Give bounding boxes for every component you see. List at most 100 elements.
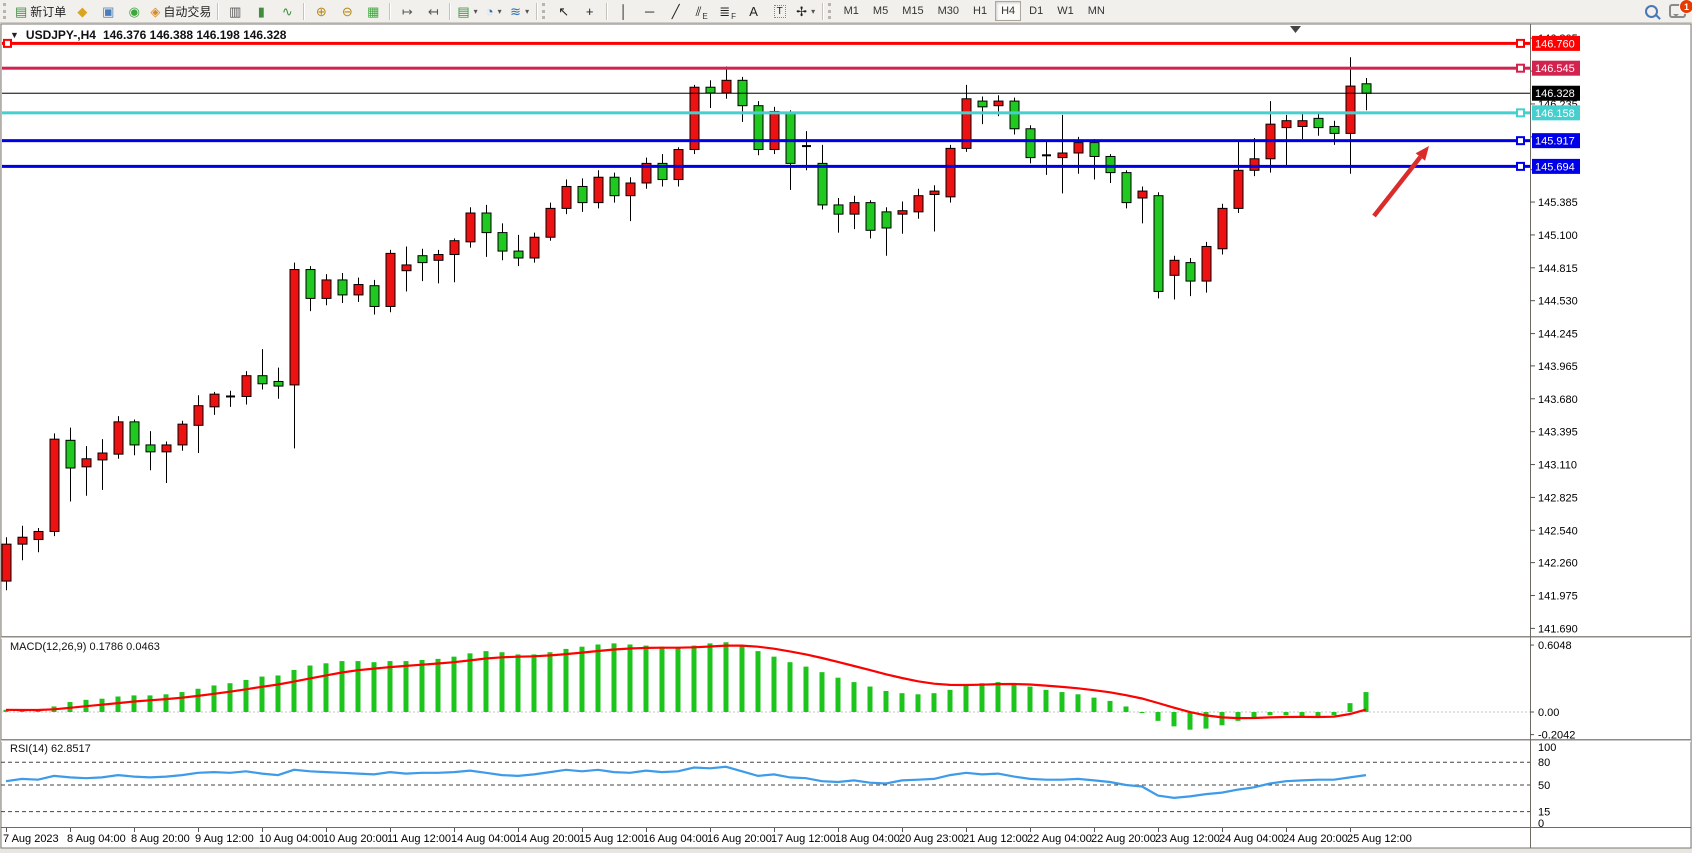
- bear-candle: [578, 186, 587, 202]
- hline-145.917[interactable]: [2, 139, 1530, 142]
- auto-scroll-icon: ↦: [402, 5, 413, 18]
- bull-candle: [322, 280, 331, 298]
- hline-handle[interactable]: [1517, 109, 1524, 116]
- toolbar-grip[interactable]: [828, 3, 834, 19]
- candlestick-chart-button[interactable]: ▮: [248, 1, 274, 21]
- bar-chart-button[interactable]: ▥: [222, 1, 248, 21]
- crosshair-icon: +: [586, 5, 594, 18]
- hline-146.328[interactable]: [2, 93, 1530, 94]
- timeframe-h1[interactable]: H1: [967, 1, 993, 21]
- toolbar-separator: [217, 3, 219, 20]
- bear-candle: [978, 101, 987, 107]
- bull-candle: [1250, 159, 1259, 171]
- time-tick: [966, 828, 967, 832]
- time-tick: [902, 828, 903, 832]
- hline-145.694[interactable]: [2, 165, 1530, 168]
- toolbar-grip[interactable]: [3, 3, 9, 19]
- hline-146.545[interactable]: [2, 67, 1530, 70]
- toolbar-grip[interactable]: [542, 3, 548, 19]
- new-chart-button[interactable]: ▤▾: [454, 1, 480, 21]
- macd-bar: [260, 677, 265, 712]
- time-tick: [838, 828, 839, 832]
- chart-shift-button[interactable]: ↤: [420, 1, 446, 21]
- price-tick: [1530, 234, 1535, 235]
- chart-canvas[interactable]: 146.805146.520146.235145.950145.665145.3…: [0, 0, 1692, 853]
- periods-button[interactable]: ◔▾: [481, 1, 507, 21]
- bear-candle: [834, 205, 843, 214]
- line-chart-button[interactable]: ∿: [274, 1, 300, 21]
- timeframe-m5[interactable]: M5: [867, 1, 894, 21]
- toolbar-separator: [389, 3, 391, 20]
- hline-handle[interactable]: [1517, 137, 1524, 144]
- rsi-tick-label: 100: [1538, 742, 1556, 754]
- autotrading-button[interactable]: ◈自动交易: [147, 1, 214, 21]
- timeframe-m15[interactable]: M15: [896, 1, 929, 21]
- equidistant-channel-button[interactable]: ⫽E: [689, 1, 715, 21]
- timeframe-h4[interactable]: H4: [995, 1, 1021, 21]
- bull-candle: [994, 101, 1003, 106]
- time-tick-label: 10 Aug 20:00: [323, 833, 388, 845]
- time-tick-label: 10 Aug 04:00: [259, 833, 324, 845]
- price-tick: [1530, 267, 1535, 268]
- price-tick-label: 144.245: [1538, 329, 1578, 341]
- macd-bar: [1236, 712, 1241, 721]
- time-tick: [1030, 828, 1031, 832]
- chevron-down-icon: ▾: [811, 7, 815, 16]
- macd-bar: [324, 663, 329, 712]
- channel-icon: ⫽: [696, 5, 702, 18]
- auto-scroll-button[interactable]: ↦: [394, 1, 420, 21]
- text-label-button[interactable]: T: [767, 1, 793, 21]
- macd-label: MACD(12,26,9) 0.1786 0.0463: [10, 641, 160, 653]
- bull-candle: [626, 183, 635, 196]
- new-order-button[interactable]: ▤新订单: [12, 1, 69, 21]
- arrows-button[interactable]: ✢▾: [793, 1, 819, 21]
- hline-handle[interactable]: [1517, 65, 1524, 72]
- bear-candle: [338, 280, 347, 295]
- text-button[interactable]: A: [741, 1, 767, 21]
- price-tick-label: 141.690: [1538, 623, 1578, 635]
- pane-separator[interactable]: [1, 739, 1691, 741]
- timeframe-m30[interactable]: M30: [932, 1, 965, 21]
- crosshair-button[interactable]: +: [577, 1, 603, 21]
- price-tick-label: 143.680: [1538, 394, 1578, 406]
- pane-separator[interactable]: [1, 636, 1691, 638]
- timeframe-m1[interactable]: M1: [838, 1, 865, 21]
- timeframe-d1[interactable]: D1: [1023, 1, 1049, 21]
- hline-146.760[interactable]: [2, 42, 1530, 45]
- search-button[interactable]: [1638, 1, 1664, 21]
- templates-button[interactable]: ≋▾: [507, 1, 533, 21]
- macd-bar: [1332, 712, 1337, 715]
- bull-candle: [242, 376, 251, 397]
- tile-windows-button[interactable]: ▦: [360, 1, 386, 21]
- zoom-out-button[interactable]: ⊖: [334, 1, 360, 21]
- zoom-in-button[interactable]: ⊕: [308, 1, 334, 21]
- bull-candle: [402, 265, 411, 271]
- macd-bar: [308, 666, 313, 712]
- chevron-down-icon: ▾: [525, 7, 529, 16]
- macd-bar: [356, 661, 361, 712]
- macd-bar: [180, 692, 185, 712]
- fibonacci-button[interactable]: ≣F: [715, 1, 741, 21]
- hline-146.158[interactable]: [2, 111, 1530, 114]
- macd-bar: [1220, 712, 1225, 725]
- macd-bar: [1044, 690, 1049, 712]
- time-tick-label: 8 Aug 04:00: [67, 833, 126, 845]
- signals-button[interactable]: ◉: [121, 1, 147, 21]
- hline-handle[interactable]: [1517, 40, 1524, 47]
- price-tick: [1530, 333, 1535, 334]
- timeframe-mn[interactable]: MN: [1082, 1, 1111, 21]
- vertical-line-button[interactable]: │: [611, 1, 637, 21]
- trendline-button[interactable]: ╱: [663, 1, 689, 21]
- text-icon: A: [749, 5, 758, 18]
- macd-bar: [836, 678, 841, 712]
- horizontal-line-button[interactable]: ─: [637, 1, 663, 21]
- cursor-button[interactable]: ↖: [551, 1, 577, 21]
- profiles-button[interactable]: ▣: [95, 1, 121, 21]
- macd-bar: [580, 647, 585, 712]
- timeframe-w1[interactable]: W1: [1051, 1, 1080, 21]
- notifications-button[interactable]: 1: [1664, 1, 1690, 21]
- one-click-trading-icon[interactable]: ▼: [10, 30, 19, 40]
- styles-button[interactable]: ◆: [69, 1, 95, 21]
- bull-candle: [162, 445, 171, 452]
- hline-handle[interactable]: [1517, 163, 1524, 170]
